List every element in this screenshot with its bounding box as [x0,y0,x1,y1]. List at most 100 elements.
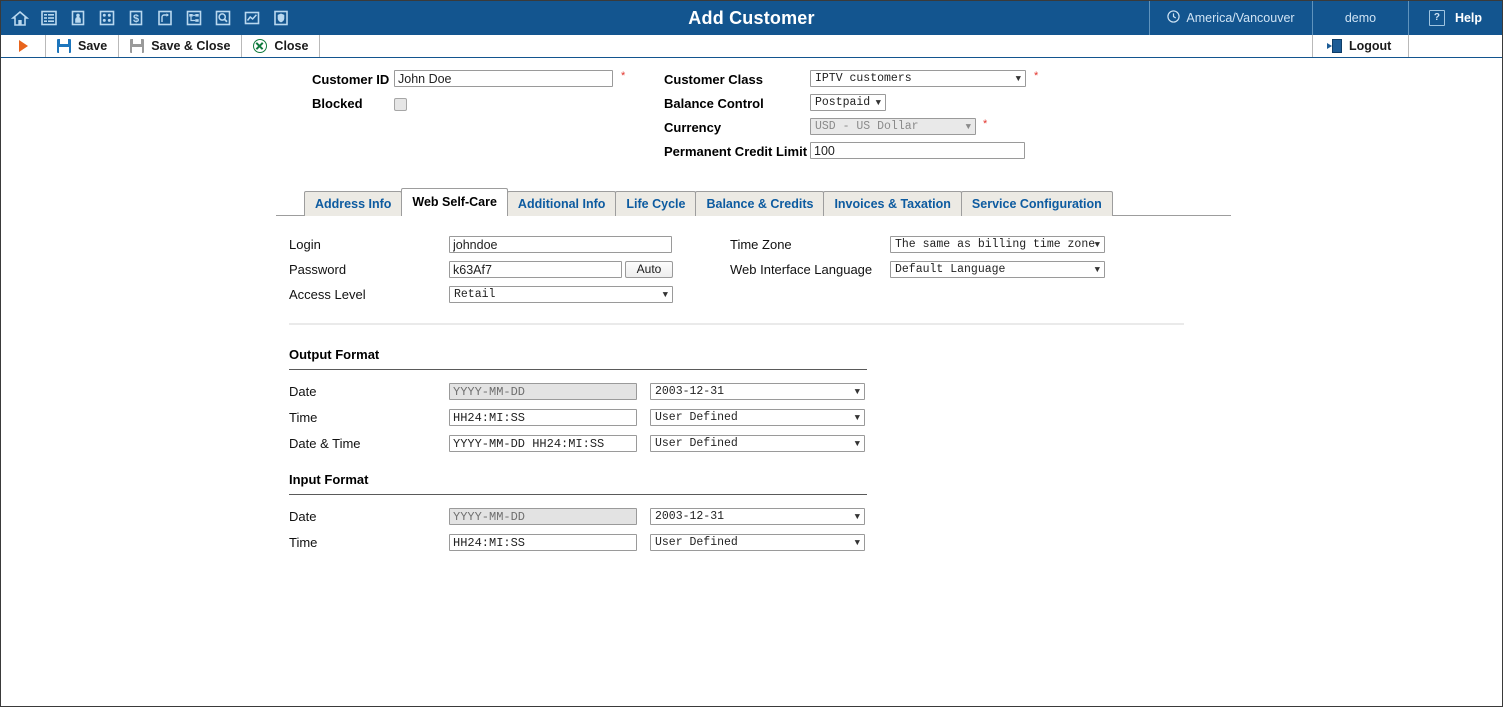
top-navigation-bar: $ Add Customer America/Vancouver demo ? … [1,1,1502,35]
password-input[interactable] [449,261,622,278]
tab-life-cycle[interactable]: Life Cycle [615,191,697,216]
logout-label: Logout [1349,39,1392,53]
svg-text:$: $ [133,13,139,25]
tab-service-configuration[interactable]: Service Configuration [960,191,1113,216]
customer-class-required-marker: * [1034,70,1039,82]
customer-id-input[interactable] [394,70,613,87]
search-icon[interactable] [213,8,233,28]
help-label: Help [1454,11,1483,25]
access-level-value: Retail [454,288,496,301]
web-language-select[interactable]: Default Language ▼ [890,261,1105,278]
output-time-preset-value: User Defined [655,411,738,424]
help-button[interactable]: ? Help [1408,1,1502,35]
input-time-pattern-input[interactable] [449,534,637,551]
tab-balance-and-credits[interactable]: Balance & Credits [695,191,825,216]
currency-label: Currency [664,120,722,135]
output-datetime-pattern-input[interactable] [449,435,637,452]
blocked-checkbox[interactable] [394,98,407,111]
tab-list: Address Info Web Self-Care Additional In… [304,188,1113,216]
time-zone-select[interactable]: The same as billing time zone ▼ [890,236,1105,253]
credit-limit-label: Permanent Credit Limit [664,144,808,159]
chevron-down-icon: ▼ [854,512,860,522]
list-icon[interactable] [39,8,59,28]
person-icon[interactable] [68,8,88,28]
time-zone-value: The same as billing time zone [895,238,1096,251]
logout-button[interactable]: Logout [1313,35,1409,57]
customer-class-value: IPTV customers [815,72,912,85]
chevron-down-icon: ▼ [662,290,668,300]
tab-bar: Address Info Web Self-Care Additional In… [276,188,1231,216]
user-label: demo [1344,11,1377,25]
nav-icon-group: $ [1,8,291,28]
save-label: Save [78,39,108,53]
chevron-down-icon: ▼ [1094,265,1100,275]
logout-icon [1327,39,1342,53]
clock-icon [1167,10,1181,26]
timezone-indicator[interactable]: America/Vancouver [1149,1,1312,35]
output-date-preset-select[interactable]: 2003-12-31 ▼ [650,383,865,400]
routing-icon[interactable] [155,8,175,28]
sitemap-icon[interactable] [184,8,204,28]
action-toolbar: Save Save & Close Close Logout [1,35,1502,58]
tab-invoices-and-taxation[interactable]: Invoices & Taxation [823,191,962,216]
chevron-down-icon: ▼ [854,538,860,548]
currency-select: USD - US Dollar ▼ [810,118,976,135]
credit-limit-input[interactable] [810,142,1025,159]
chevron-down-icon: ▼ [854,413,860,423]
floppy-icon [57,39,71,53]
shield-icon[interactable] [271,8,291,28]
input-format-title: Input Format [289,472,369,487]
customer-id-label: Customer ID [312,72,390,87]
access-level-label: Access Level [289,287,366,302]
time-zone-label: Time Zone [730,237,792,252]
balance-control-label: Balance Control [664,96,764,111]
login-input[interactable] [449,236,672,253]
output-time-label: Time [289,410,318,425]
toolbar-tail [1409,35,1502,57]
tab-web-self-care[interactable]: Web Self-Care [401,188,508,216]
output-date-preset-value: 2003-12-31 [655,385,725,398]
user-menu[interactable]: demo [1312,1,1408,35]
output-datetime-preset-select[interactable]: User Defined ▼ [650,435,865,452]
close-button[interactable]: Close [242,35,321,57]
keypad-icon[interactable] [97,8,117,28]
auto-password-button[interactable]: Auto [625,261,673,278]
output-time-preset-select[interactable]: User Defined ▼ [650,409,865,426]
input-date-pattern-input [449,508,637,525]
chevron-down-icon: ▼ [875,98,881,108]
output-datetime-preset-value: User Defined [655,437,738,450]
run-button[interactable] [1,35,46,57]
input-date-preset-select[interactable]: 2003-12-31 ▼ [650,508,865,525]
application-window: $ Add Customer America/Vancouver demo ? … [0,0,1503,707]
chart-icon[interactable] [242,8,262,28]
tab-address-info[interactable]: Address Info [304,191,403,216]
access-level-select[interactable]: Retail ▼ [449,286,673,303]
chevron-down-icon: ▼ [854,439,860,449]
toolbar-spacer [320,35,1313,57]
save-button[interactable]: Save [46,35,120,57]
balance-control-value: Postpaid [815,96,871,109]
customer-class-label: Customer Class [664,72,763,87]
login-label: Login [289,237,321,252]
input-time-label: Time [289,535,318,550]
balance-control-select[interactable]: Postpaid ▼ [810,94,886,111]
customer-class-select[interactable]: IPTV customers ▼ [810,70,1026,87]
home-icon[interactable] [10,8,30,28]
close-label: Close [274,39,309,53]
tab-additional-info[interactable]: Additional Info [506,191,617,216]
save-and-close-button[interactable]: Save & Close [119,35,243,57]
dollar-icon[interactable]: $ [126,8,146,28]
top-right-group: America/Vancouver demo ? Help [1149,1,1502,35]
chevron-down-icon: ▼ [1015,74,1021,84]
input-format-rule [289,494,867,495]
input-date-label: Date [289,509,317,524]
floppy-disabled-icon [130,39,145,53]
output-date-pattern-input [449,383,637,400]
section-divider [289,323,1184,325]
output-format-title: Output Format [289,347,380,362]
question-icon: ? [1428,10,1445,26]
output-time-pattern-input[interactable] [449,409,637,426]
web-language-label: Web Interface Language [730,262,873,277]
chevron-down-icon: ▼ [965,122,971,132]
input-time-preset-select[interactable]: User Defined ▼ [650,534,865,551]
